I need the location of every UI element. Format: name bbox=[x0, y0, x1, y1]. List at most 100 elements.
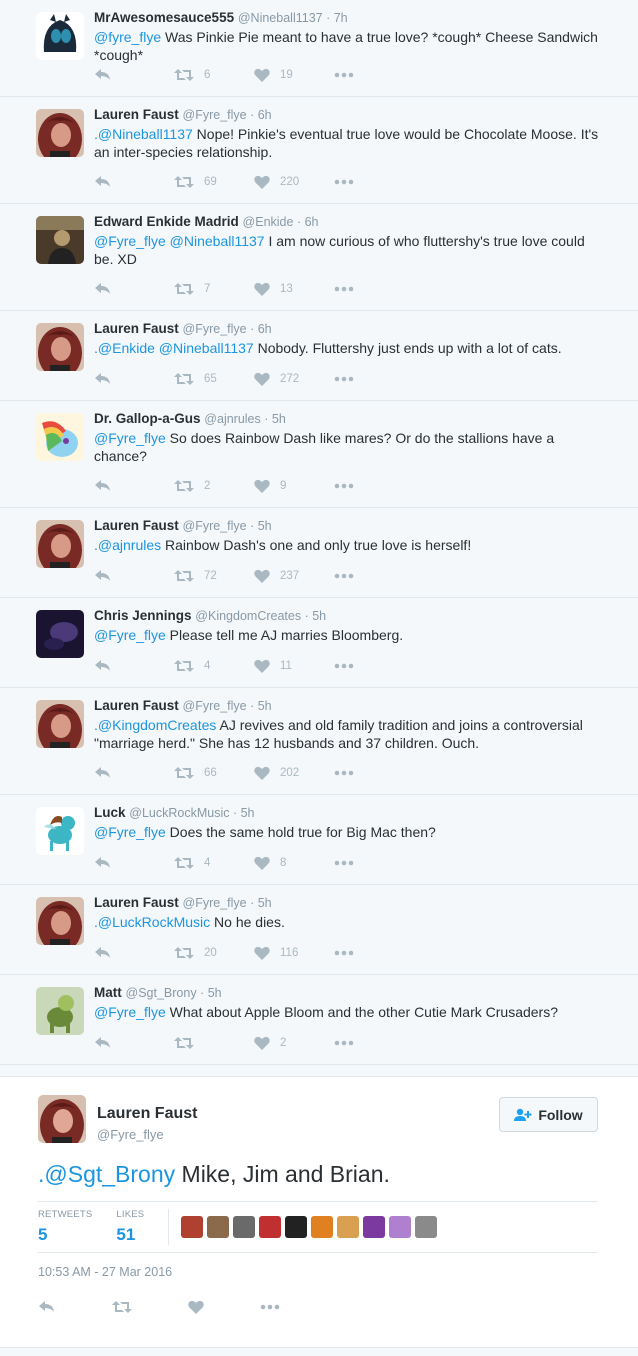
reply-button[interactable] bbox=[94, 68, 174, 82]
user-handle[interactable]: @ajnrules bbox=[204, 412, 260, 426]
user-avatar[interactable] bbox=[36, 987, 84, 1035]
retweet-button[interactable]: 4 bbox=[174, 659, 254, 673]
tweet-time[interactable]: 5h bbox=[258, 699, 272, 713]
user-name[interactable]: Lauren Faust bbox=[94, 698, 179, 713]
liker-avatar[interactable] bbox=[259, 1216, 282, 1238]
user-name[interactable]: Lauren Faust bbox=[94, 895, 179, 910]
author-handle[interactable]: @Fyre_flye bbox=[97, 1127, 164, 1142]
retweet-button[interactable]: 2 bbox=[174, 479, 254, 493]
user-handle[interactable]: @Fyre_flye bbox=[183, 322, 247, 336]
more-button[interactable] bbox=[334, 286, 354, 292]
liker-avatar[interactable] bbox=[311, 1216, 334, 1238]
user-avatar[interactable] bbox=[36, 413, 84, 461]
tweet-time[interactable]: 6h bbox=[258, 108, 272, 122]
thread-tweet[interactable]: Lauren Faust @Fyre_flye · 6h .@Enkide @Ni… bbox=[0, 311, 638, 401]
user-name[interactable]: Lauren Faust bbox=[94, 321, 179, 336]
likes-stat[interactable]: LIKES 51 bbox=[116, 1209, 144, 1245]
mention-link[interactable]: .@Sgt_Brony bbox=[38, 1161, 175, 1187]
like-button[interactable]: 202 bbox=[254, 766, 334, 780]
mention-link[interactable]: @Fyre_flye bbox=[94, 1004, 166, 1020]
reply-button[interactable] bbox=[94, 282, 174, 296]
more-button[interactable] bbox=[334, 179, 354, 185]
more-button[interactable] bbox=[334, 770, 354, 776]
retweet-button[interactable]: 7 bbox=[174, 282, 254, 296]
liker-avatar[interactable] bbox=[389, 1216, 412, 1238]
like-button[interactable]: 272 bbox=[254, 372, 334, 386]
tweet-time[interactable]: 5h bbox=[312, 609, 326, 623]
thread-tweet[interactable]: Luck @LuckRockMusic · 5h @Fyre_flye Does … bbox=[0, 795, 638, 885]
user-handle[interactable]: @Sgt_Brony bbox=[126, 986, 197, 1000]
thread-tweet[interactable]: Edward Enkide Madrid @Enkide · 6h @Fyre_f… bbox=[0, 204, 638, 311]
user-name[interactable]: Luck bbox=[94, 805, 126, 820]
user-handle[interactable]: @LuckRockMusic bbox=[129, 806, 229, 820]
like-button[interactable]: 11 bbox=[254, 659, 334, 673]
user-avatar[interactable] bbox=[36, 807, 84, 855]
mention-link[interactable]: .@Nineball1137 bbox=[94, 126, 193, 142]
more-button[interactable] bbox=[334, 483, 354, 489]
more-button[interactable] bbox=[334, 950, 354, 956]
retweet-button[interactable]: 69 bbox=[174, 175, 254, 189]
retweet-button[interactable]: 6 bbox=[174, 68, 254, 82]
more-button[interactable] bbox=[334, 72, 354, 78]
more-button[interactable] bbox=[334, 860, 354, 866]
user-handle[interactable]: @KingdomCreates bbox=[195, 609, 301, 623]
more-button[interactable] bbox=[334, 376, 354, 382]
retweet-button[interactable]: 20 bbox=[174, 946, 254, 960]
user-avatar[interactable] bbox=[36, 897, 84, 945]
tweet-time[interactable]: 6h bbox=[258, 322, 272, 336]
user-handle[interactable]: @Fyre_flye bbox=[183, 519, 247, 533]
tweet-time[interactable]: 5h bbox=[258, 896, 272, 910]
tweet-time[interactable]: 7h bbox=[334, 11, 348, 25]
user-handle[interactable]: @Enkide bbox=[243, 215, 294, 229]
retweet-button[interactable]: 66 bbox=[174, 766, 254, 780]
mention-link[interactable]: @Fyre_flye bbox=[94, 430, 166, 446]
follow-button[interactable]: Follow bbox=[499, 1097, 598, 1132]
retweet-stat[interactable]: RETWEETS 5 bbox=[38, 1209, 92, 1245]
user-handle[interactable]: @Fyre_flye bbox=[183, 108, 247, 122]
user-handle[interactable]: @Fyre_flye bbox=[183, 896, 247, 910]
reply-button[interactable] bbox=[94, 569, 174, 583]
tweet-time[interactable]: 6h bbox=[305, 215, 319, 229]
like-button[interactable]: 237 bbox=[254, 569, 334, 583]
reply-button[interactable] bbox=[94, 946, 174, 960]
more-button[interactable] bbox=[260, 1304, 280, 1310]
tweet-time[interactable]: 5h bbox=[241, 806, 255, 820]
tweet-time[interactable]: 5h bbox=[258, 519, 272, 533]
user-name[interactable]: Matt bbox=[94, 985, 122, 1000]
thread-tweet[interactable]: Matt @Sgt_Brony · 5h @Fyre_flye What abou… bbox=[0, 975, 638, 1065]
user-handle[interactable]: @Fyre_flye bbox=[183, 699, 247, 713]
reply-button[interactable] bbox=[94, 659, 174, 673]
liker-avatar[interactable] bbox=[181, 1216, 204, 1238]
user-avatar[interactable] bbox=[36, 109, 84, 157]
user-avatar[interactable] bbox=[36, 610, 84, 658]
tweet-time[interactable]: 5h bbox=[272, 412, 286, 426]
thread-tweet[interactable]: Dr. Gallop-a-Gus @ajnrules · 5h @Fyre_fly… bbox=[0, 401, 638, 508]
user-avatar[interactable] bbox=[36, 12, 84, 60]
reply-button[interactable] bbox=[94, 856, 174, 870]
mention-link[interactable]: @Fyre_flye @Nineball1137 bbox=[94, 233, 265, 249]
user-name[interactable]: Lauren Faust bbox=[94, 107, 179, 122]
thread-tweet[interactable]: Chris Jennings @KingdomCreates · 5h @Fyre… bbox=[0, 598, 638, 688]
liker-avatar[interactable] bbox=[207, 1216, 230, 1238]
more-button[interactable] bbox=[334, 1040, 354, 1046]
retweet-button[interactable] bbox=[112, 1300, 132, 1314]
mention-link[interactable]: .@KingdomCreates bbox=[94, 717, 216, 733]
tweet-timestamp[interactable]: 10:53 AM - 27 Mar 2016 bbox=[38, 1265, 172, 1279]
mention-link[interactable]: .@ajnrules bbox=[94, 537, 161, 553]
user-name[interactable]: Lauren Faust bbox=[94, 518, 179, 533]
mention-link[interactable]: @Fyre_flye bbox=[94, 627, 166, 643]
like-button[interactable]: 8 bbox=[254, 856, 334, 870]
like-button[interactable]: 9 bbox=[254, 479, 334, 493]
user-name[interactable]: Chris Jennings bbox=[94, 608, 192, 623]
retweet-button[interactable]: 4 bbox=[174, 856, 254, 870]
thread-tweet[interactable]: Lauren Faust @Fyre_flye · 5h .@ajnrules R… bbox=[0, 508, 638, 598]
user-avatar[interactable] bbox=[36, 323, 84, 371]
mention-link[interactable]: @fyre_flye bbox=[94, 29, 161, 45]
more-button[interactable] bbox=[334, 663, 354, 669]
liker-avatar[interactable] bbox=[363, 1216, 386, 1238]
reply-button[interactable] bbox=[94, 766, 174, 780]
user-avatar[interactable] bbox=[36, 700, 84, 748]
liker-avatar[interactable] bbox=[285, 1216, 308, 1238]
user-avatar[interactable] bbox=[36, 216, 84, 264]
author-avatar[interactable] bbox=[38, 1095, 86, 1143]
